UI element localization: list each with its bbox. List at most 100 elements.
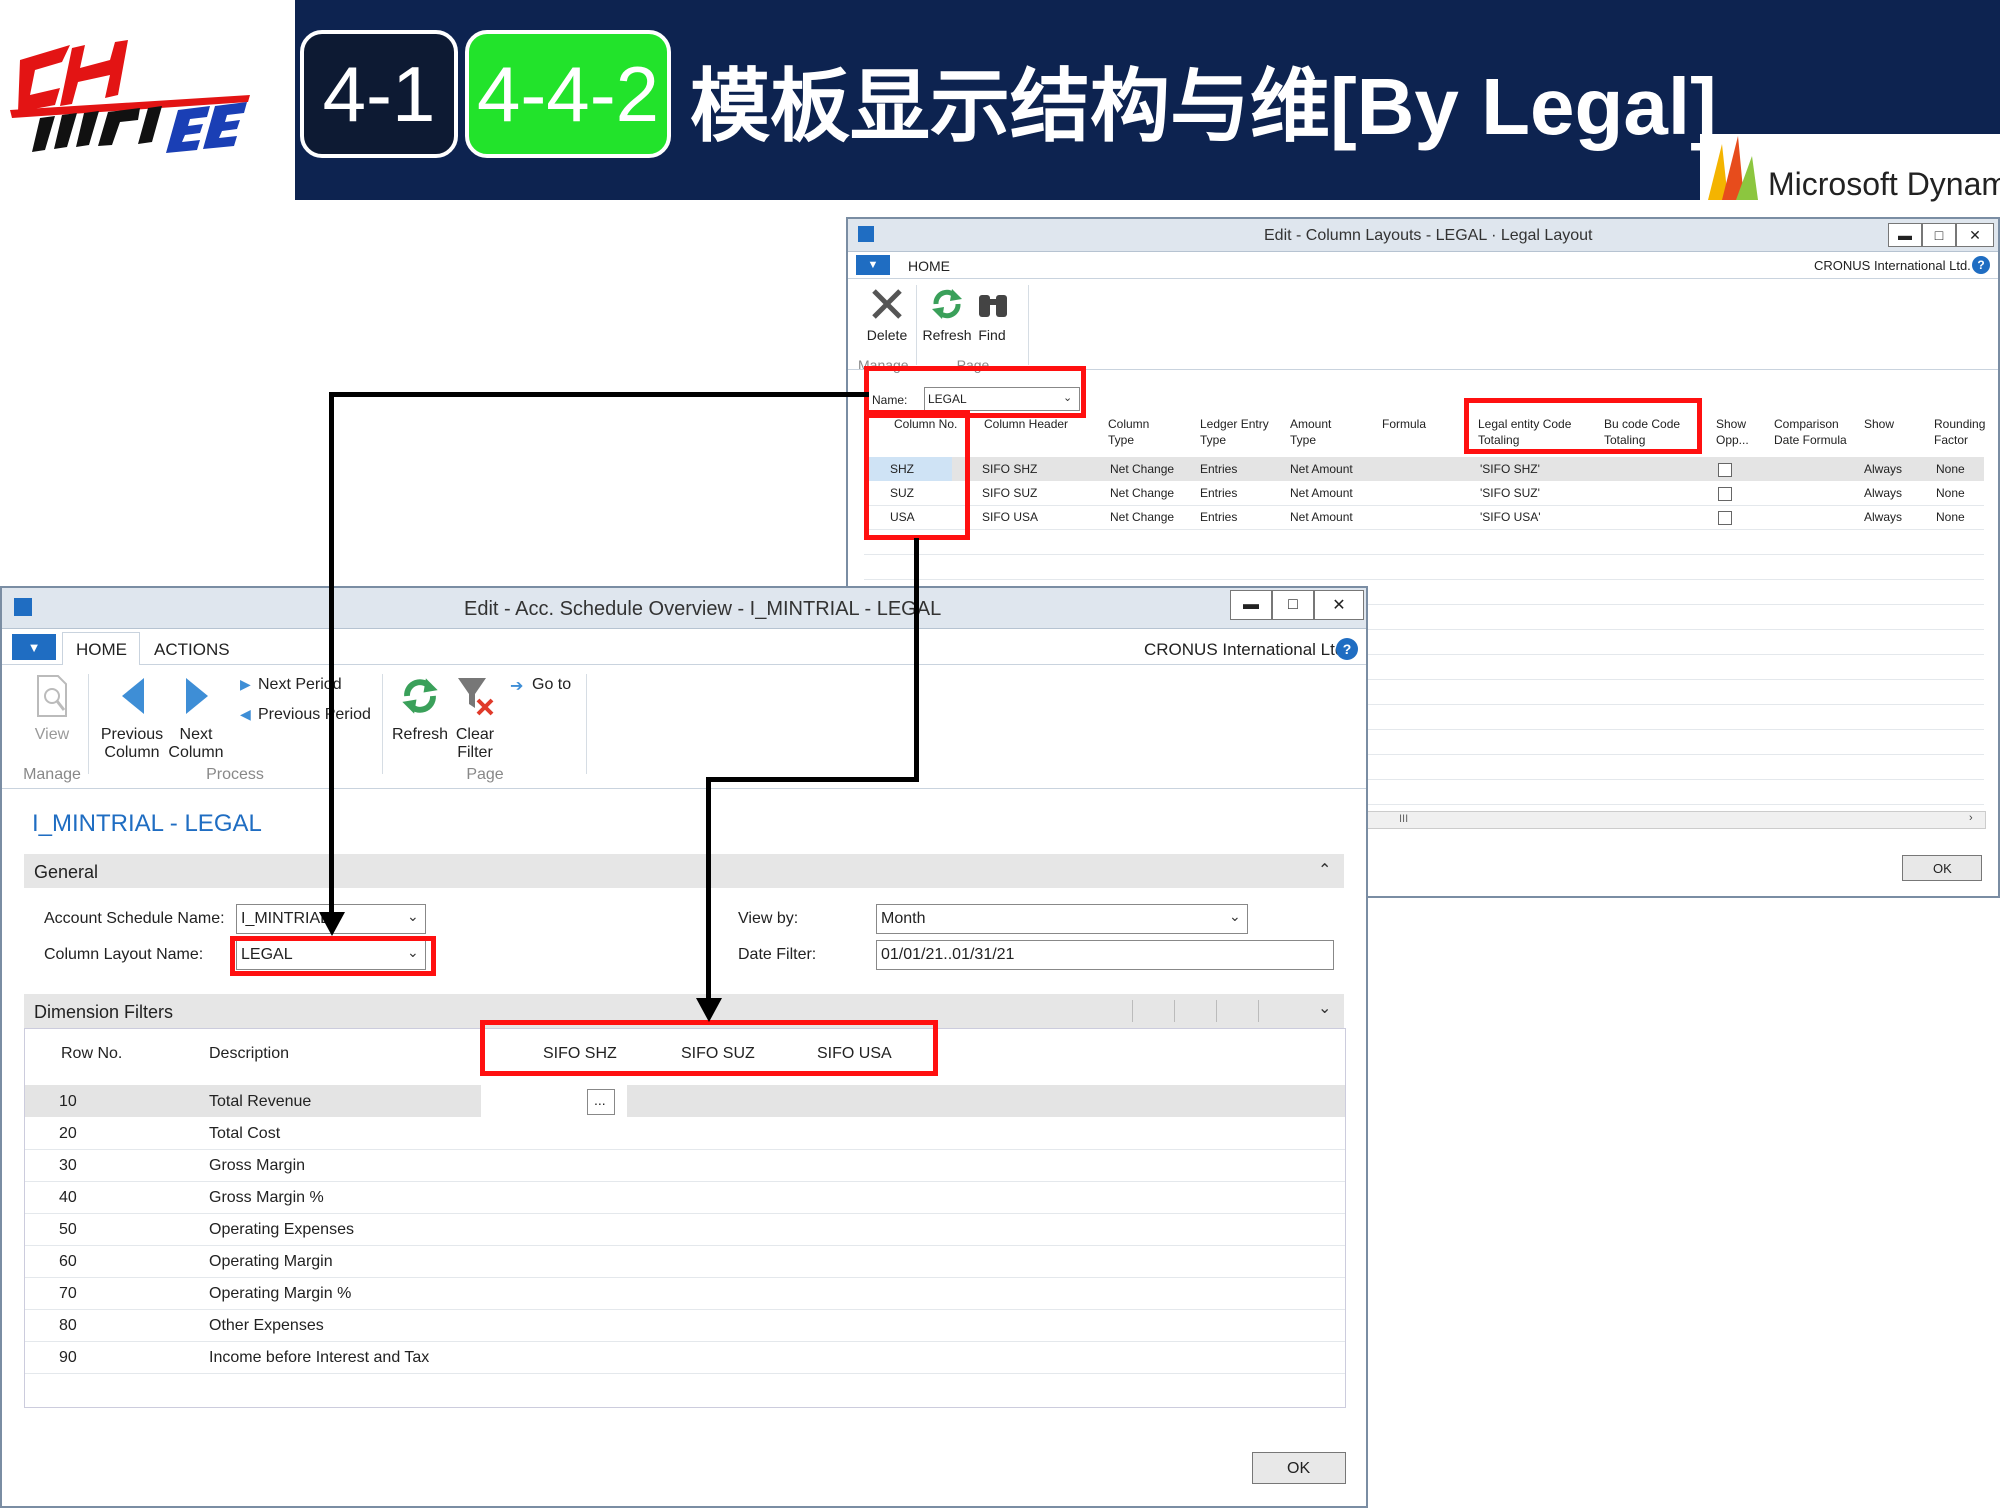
column-header: Show [1864,417,1895,431]
row-description: Gross Margin % [209,1189,324,1206]
table-row[interactable]: 80 Other Expenses [25,1309,1345,1342]
small-arrow-left-icon: ◀ [240,706,251,722]
row-ledger-entry-type: Entries [1200,462,1238,476]
row-description: Other Expenses [209,1317,324,1334]
row-no: 20 [59,1125,77,1142]
tab-home[interactable]: HOME [908,258,950,274]
arrow-connector [914,538,919,782]
refresh-icon [402,678,438,714]
previous-period-label: Previous Period [258,706,371,723]
row-legal-entity-totaling: 'SIFO SUZ' [1480,486,1540,500]
table-row[interactable]: 20 Total Cost [25,1117,1345,1150]
row-no: 30 [59,1157,77,1174]
show-opposite-checkbox[interactable] [1718,511,1732,525]
section-badge-4-1: 4-1 [300,30,458,158]
row-no-header: Row No. [61,1045,123,1062]
date-filter-input[interactable]: 01/01/21..01/31/21 [876,940,1334,970]
row-show: Always [1864,510,1903,524]
table-row[interactable]: 60 Operating Margin [25,1245,1345,1278]
ribbon-separator [1028,285,1029,365]
next-column-button[interactable]: Next Column [166,674,226,764]
minimize-button[interactable]: ▬ [1230,590,1272,620]
row-description: Gross Margin [209,1157,306,1174]
show-opposite-checkbox[interactable] [1718,463,1732,477]
minimize-button[interactable]: ▬ [1888,223,1922,247]
row-no: 60 [59,1253,77,1270]
chevron-down-icon: ⌄ [407,908,419,924]
row-no: 10 [59,1093,77,1110]
ok-button[interactable]: OK [1252,1452,1346,1484]
row-amount-type: Net Amount [1290,486,1353,500]
header-divider [265,0,295,200]
ok-button[interactable]: OK [1902,855,1982,881]
schedule-grid: Row No. Description SIFO SHZ SIFO SUZ SI… [24,1028,1346,1408]
general-label: General [34,862,99,882]
separator [1216,1000,1217,1022]
delete-button[interactable]: Delete [862,287,912,357]
separator [1174,1000,1175,1022]
table-row[interactable]: SUZ SIFO SUZ Net Change Entries Net Amou… [864,481,1984,506]
window-titlebar: Edit - Acc. Schedule Overview - I_MINTRI… [2,588,1366,629]
slide-title: 模板显示结构与维[By Legal] [690,62,1717,151]
table-row[interactable]: 90 Income before Interest and Tax [25,1341,1345,1374]
view-button: View [22,674,82,754]
refresh-button[interactable]: Refresh [922,287,972,357]
maximize-button[interactable]: □ [1922,223,1956,247]
table-row[interactable]: 40 Gross Margin % [25,1181,1345,1214]
chevron-down-icon[interactable]: ⌄ [1318,998,1331,1018]
ribbon-separator [382,674,383,774]
refresh-button[interactable]: Refresh [390,674,450,754]
next-period-button[interactable]: ▶ Next Period [238,674,368,698]
column-header: Opp... [1716,433,1749,447]
view-label: View [34,726,70,743]
column-header: Show [1716,417,1747,431]
account-schedule-name-label: Account Schedule Name: [44,910,225,927]
menu-dropdown-button[interactable]: ▼ [12,634,56,660]
help-icon[interactable]: ? [1972,256,1990,274]
row-no: 40 [59,1189,77,1206]
go-to-button[interactable]: ➔ Go to [510,674,590,698]
menu-dropdown-button[interactable]: ▼ [856,255,890,275]
ellipsis-button[interactable]: ... [587,1089,615,1115]
chevron-right-icon[interactable]: › [1969,812,1973,824]
chevron-up-icon[interactable]: ⌃ [1318,860,1331,880]
find-button[interactable]: Find [972,287,1012,357]
previous-period-button[interactable]: ◀ Previous Period [238,704,378,728]
date-filter-value: 01/01/21..01/31/21 [881,946,1015,963]
column-header: Formula [1382,417,1427,431]
table-row[interactable]: USA SIFO USA Net Change Entries Net Amou… [864,505,1984,530]
tab-actions[interactable]: ACTIONS [154,640,230,660]
go-to-label: Go to [532,676,572,693]
clear-filter-button[interactable]: Clear Filter [450,674,500,764]
column-header: Rounding [1934,417,1986,431]
help-icon[interactable]: ? [1336,638,1358,660]
previous-column-button[interactable]: Previous Column [98,674,166,764]
row-show: Always [1864,462,1903,476]
separator [1132,1000,1133,1022]
group-process-label: Process [206,766,264,783]
row-column-type: Net Change [1110,462,1175,476]
show-opposite-checkbox[interactable] [1718,487,1732,501]
arrow-connector [329,392,334,922]
ribbon-bottom-border [2,788,1366,789]
view-by-dropdown[interactable]: Month ⌄ [876,904,1248,934]
chuudee-logo [0,0,265,200]
table-row[interactable]: 70 Operating Margin % [25,1277,1345,1310]
maximize-button[interactable]: □ [1272,590,1314,620]
tab-home[interactable]: HOME [76,640,127,660]
table-row[interactable]: SHZ SIFO SHZ Net Change Entries Net Amou… [864,457,1984,481]
description-header: Description [209,1045,290,1062]
table-row[interactable]: 50 Operating Expenses [25,1213,1345,1246]
table-row[interactable]: ... 10 Total Revenue [25,1085,1345,1117]
general-fasttab-header[interactable]: General ⌃ [24,854,1344,888]
table-row[interactable]: 30 Gross Margin [25,1149,1345,1182]
row-show: Always [1864,486,1903,500]
close-button[interactable]: ✕ [1956,223,1994,247]
grid-line [864,579,1984,580]
ribbon-separator [586,674,587,774]
find-label: Find [978,327,1006,343]
window-title: Edit - Column Layouts - LEGAL · Legal La… [1264,227,1593,244]
close-button[interactable]: ✕ [1314,590,1364,620]
arrow-connector [329,392,869,397]
row-description: Operating Margin [209,1253,333,1270]
